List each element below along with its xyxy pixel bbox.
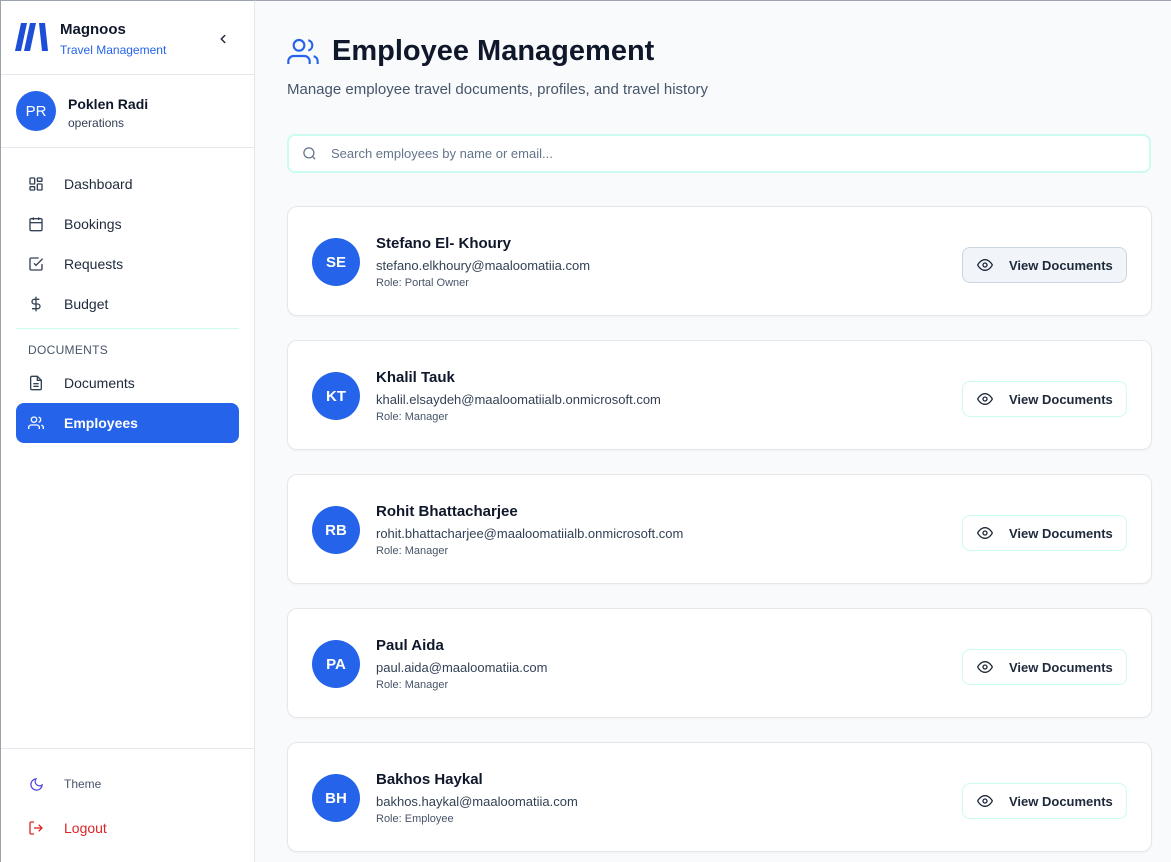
search-icon <box>302 147 316 160</box>
page-header: Employee Management <box>287 35 654 68</box>
users-icon <box>28 416 44 429</box>
employee-role: Role: Portal Owner <box>376 277 469 289</box>
page-subtitle: Manage employee travel documents, profil… <box>287 81 709 98</box>
sidebar: Magnoos Travel Management PR Poklen Radi… <box>0 0 255 862</box>
avatar: KT <box>312 372 360 420</box>
logout-icon <box>29 821 43 835</box>
sidebar-nav: Dashboard Bookings Requests Budget DOCUM… <box>16 164 239 443</box>
employee-name: Stefano El- Khoury <box>376 235 512 252</box>
button-label: View Documents <box>1009 391 1113 407</box>
nav-section-label: DOCUMENTS <box>28 343 109 357</box>
main-content: Employee Management Manage employee trav… <box>255 0 1171 862</box>
eye-icon <box>977 392 993 406</box>
button-label: View Documents <box>1009 257 1113 273</box>
brand-name: Magnoos <box>60 21 126 38</box>
eye-icon <box>977 660 993 674</box>
avatar: PR <box>16 91 56 131</box>
employee-card: KT Khalil Tauk khalil.elsaydeh@maaloomat… <box>287 340 1152 450</box>
eye-icon <box>977 526 993 540</box>
sidebar-item-label: Documents <box>64 375 135 391</box>
collapse-sidebar-button[interactable] <box>213 29 233 49</box>
employee-email: bakhos.haykal@maaloomatiia.com <box>376 794 578 809</box>
sidebar-item-label: Bookings <box>64 216 122 232</box>
moon-icon <box>29 777 43 791</box>
grid-icon <box>29 177 43 191</box>
logout-label: Logout <box>64 820 107 836</box>
magnoos-logo <box>15 23 48 51</box>
avatar: SE <box>312 238 360 286</box>
employee-role: Role: Employee <box>376 813 454 825</box>
view-documents-button[interactable]: View Documents <box>962 247 1127 283</box>
avatar: RB <box>312 506 360 554</box>
sidebar-item-label: Requests <box>64 256 124 272</box>
employee-name: Paul Aida <box>376 637 444 654</box>
chevron-left-icon <box>220 34 226 44</box>
sidebar-item-label: Budget <box>64 296 109 312</box>
employee-card: PA Paul Aida paul.aida@maaloomatiia.com … <box>287 608 1152 718</box>
check-square-icon <box>29 257 44 271</box>
employee-email: khalil.elsaydeh@maaloomatiialb.onmicroso… <box>376 392 661 407</box>
employee-card: SE Stefano El- Khoury stefano.elkhoury@m… <box>287 206 1152 316</box>
employee-email: stefano.elkhoury@maaloomatiia.com <box>376 258 591 273</box>
calendar-icon <box>29 217 43 232</box>
employee-name: Rohit Bhattacharjee <box>376 503 518 520</box>
file-text-icon <box>30 375 42 391</box>
eye-icon <box>977 258 993 272</box>
dollar-icon <box>31 296 41 312</box>
employee-role: Role: Manager <box>376 411 449 423</box>
search-input[interactable] <box>331 146 1131 161</box>
employee-name: Bakhos Haykal <box>376 771 483 788</box>
sidebar-item-label: Dashboard <box>64 176 133 192</box>
view-documents-button[interactable]: View Documents <box>962 649 1127 685</box>
eye-icon <box>977 794 993 808</box>
user-role: operations <box>68 116 125 130</box>
sidebar-item-budget[interactable]: Budget <box>16 284 239 324</box>
employee-role: Role: Manager <box>376 545 449 557</box>
logout-button[interactable]: Logout <box>28 820 107 836</box>
sidebar-item-documents[interactable]: Documents <box>16 363 239 403</box>
employee-email: rohit.bhattacharjee@maaloomatiialb.onmic… <box>376 526 684 541</box>
page-title: Employee Management <box>332 35 655 67</box>
brand-header: Magnoos Travel Management <box>1 1 254 75</box>
theme-label: Theme <box>64 777 102 791</box>
sidebar-item-employees[interactable]: Employees <box>16 403 239 443</box>
nav-divider <box>16 328 239 329</box>
user-name: Poklen Radi <box>68 96 149 112</box>
button-label: View Documents <box>1009 659 1113 675</box>
employee-email: paul.aida@maaloomatiia.com <box>376 660 548 675</box>
button-label: View Documents <box>1009 793 1113 809</box>
avatar: PA <box>312 640 360 688</box>
brand-subtitle: Travel Management <box>60 43 167 57</box>
theme-toggle[interactable]: Theme <box>28 776 101 792</box>
employee-card: RB Rohit Bhattacharjee rohit.bhattacharj… <box>287 474 1152 584</box>
employee-role: Role: Manager <box>376 679 449 691</box>
employee-list: SE Stefano El- Khoury stefano.elkhoury@m… <box>287 206 1152 862</box>
sidebar-footer: Theme Logout <box>1 748 254 836</box>
sidebar-item-label: Employees <box>64 415 138 431</box>
sidebar-item-bookings[interactable]: Bookings <box>16 204 239 244</box>
employee-name: Khalil Tauk <box>376 369 455 386</box>
view-documents-button[interactable]: View Documents <box>962 381 1127 417</box>
search-bar <box>287 134 1151 173</box>
avatar: BH <box>312 774 360 822</box>
users-icon <box>287 38 319 64</box>
sidebar-item-dashboard[interactable]: Dashboard <box>16 164 239 204</box>
view-documents-button[interactable]: View Documents <box>962 515 1127 551</box>
employee-card: BH Bakhos Haykal bakhos.haykal@maaloomat… <box>287 742 1152 852</box>
sidebar-item-requests[interactable]: Requests <box>16 244 239 284</box>
user-profile: PR Poklen Radi operations <box>1 75 254 148</box>
view-documents-button[interactable]: View Documents <box>962 783 1127 819</box>
button-label: View Documents <box>1009 525 1113 541</box>
